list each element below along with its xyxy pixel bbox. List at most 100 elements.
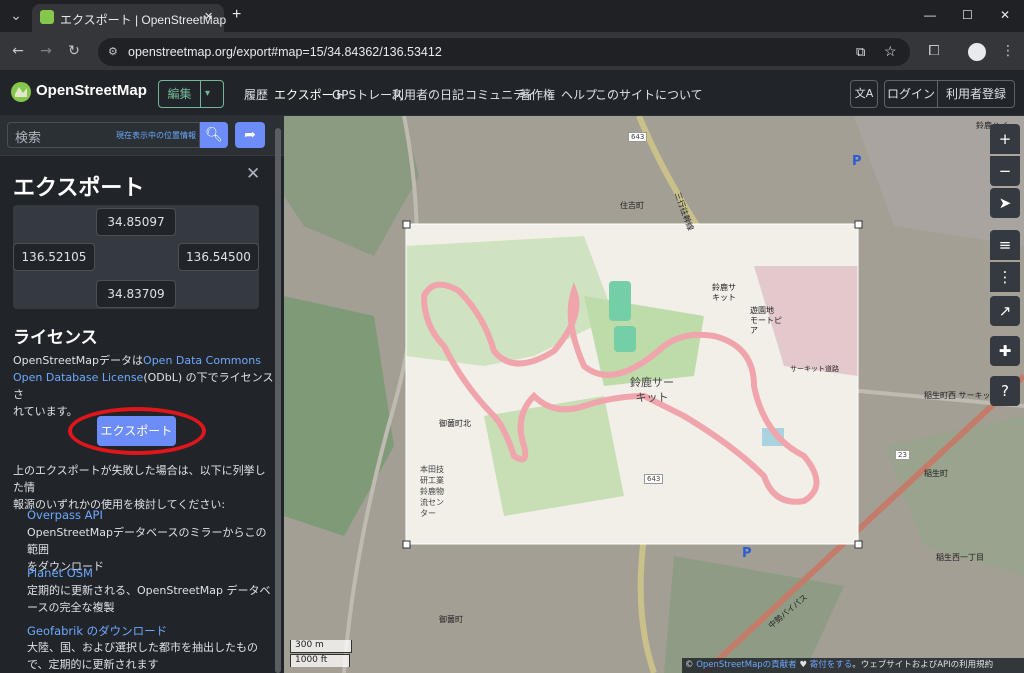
label-honda-3: 鈴鹿物 bbox=[420, 487, 444, 496]
min-lon-input[interactable]: 136.52105 bbox=[13, 243, 95, 271]
search-placeholder: 検索 bbox=[15, 131, 42, 146]
selection-handle-se[interactable] bbox=[854, 540, 863, 549]
parking-icon: P bbox=[852, 154, 862, 169]
max-lat-input[interactable]: 34.85097 bbox=[96, 208, 176, 236]
route-643-shield: 643 bbox=[628, 132, 648, 142]
edit-button[interactable]: 編集 bbox=[159, 81, 201, 107]
route-23-shield: 23 bbox=[895, 450, 910, 460]
license-post2: れています。 bbox=[13, 405, 78, 418]
edit-dropdown-icon[interactable]: ▾ bbox=[205, 81, 210, 107]
sidebar-scrollbar[interactable] bbox=[275, 128, 281, 673]
maximize-button[interactable]: ☐ bbox=[962, 8, 973, 22]
nav-history[interactable]: 履歴 bbox=[244, 86, 268, 103]
tab-title: エクスポート | OpenStreetMap bbox=[60, 13, 227, 27]
attr-osm-link[interactable]: OpenStreetMapの貢献者 bbox=[696, 660, 796, 670]
nav-user-diaries[interactable]: 利用者の日記 bbox=[392, 86, 464, 103]
url-text[interactable]: openstreetmap.org/export#map=15/34.84362… bbox=[128, 45, 442, 59]
minimize-button[interactable]: — bbox=[924, 8, 936, 22]
attr-heart: ♥ bbox=[796, 660, 810, 670]
max-lon-input[interactable]: 136.54500 bbox=[178, 243, 259, 271]
nav-about[interactable]: このサイトについて bbox=[595, 86, 703, 103]
nav-copyright[interactable]: 著作権 bbox=[519, 86, 555, 103]
label-amusement-2: モートピ bbox=[750, 316, 782, 325]
selection-handle-nw[interactable] bbox=[402, 220, 411, 229]
signup-button[interactable]: 利用者登録 bbox=[937, 80, 1015, 108]
scale-metric: 300 m bbox=[290, 640, 352, 653]
extensions-icon[interactable]: ⧠ bbox=[922, 39, 946, 63]
brand-name[interactable]: OpenStreetMap bbox=[36, 82, 147, 99]
planet-desc-1: 定期的に更新される、OpenStreetMap データベ bbox=[27, 584, 271, 597]
tab-search-icon[interactable]: ⌄ bbox=[4, 4, 28, 28]
cast-icon[interactable]: ⧉ bbox=[856, 44, 865, 60]
map-key-button[interactable]: ⋮ bbox=[990, 262, 1020, 292]
label-small-2: キット bbox=[712, 293, 736, 302]
label-inazo: 稲生町 bbox=[924, 469, 948, 478]
selection-handle-ne[interactable] bbox=[854, 220, 863, 229]
directions-button[interactable]: ➦ bbox=[235, 122, 265, 148]
query-features-button[interactable]: ? bbox=[990, 376, 1020, 406]
search-submit-button[interactable]: 🔍︎ bbox=[200, 122, 228, 148]
share-button[interactable]: ↗ bbox=[990, 296, 1020, 326]
new-tab-button[interactable]: + bbox=[232, 6, 241, 24]
browser-menu-icon[interactable]: ⋮ bbox=[996, 39, 1020, 63]
label-honda: 本田技 研工業 鈴鹿物 流セン ター bbox=[420, 464, 444, 519]
search-input[interactable]: 検索 現在表示中の位置情報 bbox=[7, 122, 200, 148]
label-circuit-road: サーキット道路 bbox=[790, 365, 839, 373]
label-honda-2: 研工業 bbox=[420, 476, 444, 485]
map-pond-1 bbox=[609, 281, 631, 321]
magnifier-icon: 🔍︎ bbox=[205, 127, 223, 143]
geofabrik-link[interactable]: Geofabrik のダウンロード bbox=[27, 623, 167, 639]
login-button[interactable]: ログイン bbox=[884, 80, 938, 108]
attr-pre: © bbox=[685, 660, 697, 670]
map-land-area bbox=[284, 116, 419, 256]
edit-button-group: 編集 ▾ bbox=[158, 80, 224, 108]
osm-favicon-icon bbox=[40, 10, 54, 24]
scale-imperial: 1000 ft bbox=[290, 654, 350, 667]
site-info-icon[interactable]: ⚙ bbox=[108, 45, 118, 58]
label-suzuka-circuit-2: キット bbox=[635, 391, 669, 404]
close-panel-icon[interactable]: ✕ bbox=[246, 164, 260, 184]
map-view[interactable]: 鈴鹿サー キット 鈴鹿サ キット 遊園地 モートピア 本田技 研工業 鈴鹿物 流セン ター 御… bbox=[284, 116, 1024, 673]
zoom-out-button[interactable]: − bbox=[990, 156, 1020, 186]
overpass-link[interactable]: Overpass API bbox=[27, 508, 103, 522]
attr-donate-link[interactable]: 寄付をする bbox=[810, 660, 853, 670]
label-honda-4: 流セン bbox=[420, 498, 444, 507]
fail-text-1: 上のエクスポートが失敗した場合は、以下に列挙した情 bbox=[13, 464, 266, 494]
geofabrik-desc-1: 大陸、国、および選択した都市を抽出したもの bbox=[27, 641, 258, 654]
planet-osm-desc: 定期的に更新される、OpenStreetMap データベ ースの完全な複製 bbox=[27, 582, 277, 616]
map-forest-area bbox=[284, 296, 394, 536]
forward-arrow-icon[interactable]: → bbox=[34, 39, 58, 63]
zoom-in-button[interactable]: + bbox=[990, 124, 1020, 154]
min-lat-input[interactable]: 34.83709 bbox=[96, 280, 176, 308]
reload-icon[interactable]: ↻ bbox=[62, 39, 86, 63]
export-button[interactable]: エクスポート bbox=[97, 416, 176, 446]
parking-icon-2: P bbox=[742, 546, 752, 561]
osm-logo-icon[interactable] bbox=[10, 81, 32, 103]
locate-button[interactable]: ➤ bbox=[990, 188, 1020, 218]
bookmark-star-icon[interactable]: ☆ bbox=[884, 43, 897, 60]
label-small-1: 鈴鹿サ bbox=[712, 283, 736, 292]
label-amusement-3: ア bbox=[750, 326, 758, 335]
geofabrik-desc: 大陸、国、および選択した都市を抽出したもの で、定期的に更新されます bbox=[27, 639, 277, 673]
nav-help[interactable]: ヘルプ bbox=[561, 86, 597, 103]
map-attribution: © OpenStreetMapの貢献者 ♥ 寄付をする。ウェブサイトおよびAPI… bbox=[682, 658, 1024, 673]
layers-button[interactable]: ≡ bbox=[990, 230, 1020, 260]
language-icon[interactable]: 文A bbox=[850, 80, 878, 108]
close-window-button[interactable]: ✕ bbox=[1000, 8, 1010, 22]
address-bar[interactable]: ⚙ openstreetmap.org/export#map=15/34.843… bbox=[98, 38, 910, 66]
attr-terms[interactable]: 。ウェブサイトおよびAPIの利用規約 bbox=[852, 660, 993, 670]
geofabrik-desc-2: で、定期的に更新されます bbox=[27, 658, 159, 671]
label-misono-north: 御薗町北 bbox=[439, 419, 471, 428]
profile-avatar[interactable] bbox=[968, 43, 986, 61]
add-note-button[interactable]: ✚ bbox=[990, 336, 1020, 366]
label-suzuka-circuit: 鈴鹿サー キット bbox=[630, 375, 674, 405]
tab-close-icon[interactable]: ✕ bbox=[204, 10, 213, 23]
back-arrow-icon[interactable]: ← bbox=[6, 39, 30, 63]
directions-icon: ➦ bbox=[244, 127, 256, 143]
where-am-i-link[interactable]: 現在表示中の位置情報 bbox=[116, 130, 196, 141]
selection-handle-sw[interactable] bbox=[402, 540, 411, 549]
planet-desc-2: ースの完全な複製 bbox=[27, 601, 115, 614]
export-title: エクスポート bbox=[13, 176, 145, 201]
browser-tab[interactable]: エクスポート | OpenStreetMap ✕ bbox=[32, 4, 227, 32]
planet-osm-link[interactable]: Planet OSM bbox=[27, 566, 93, 580]
